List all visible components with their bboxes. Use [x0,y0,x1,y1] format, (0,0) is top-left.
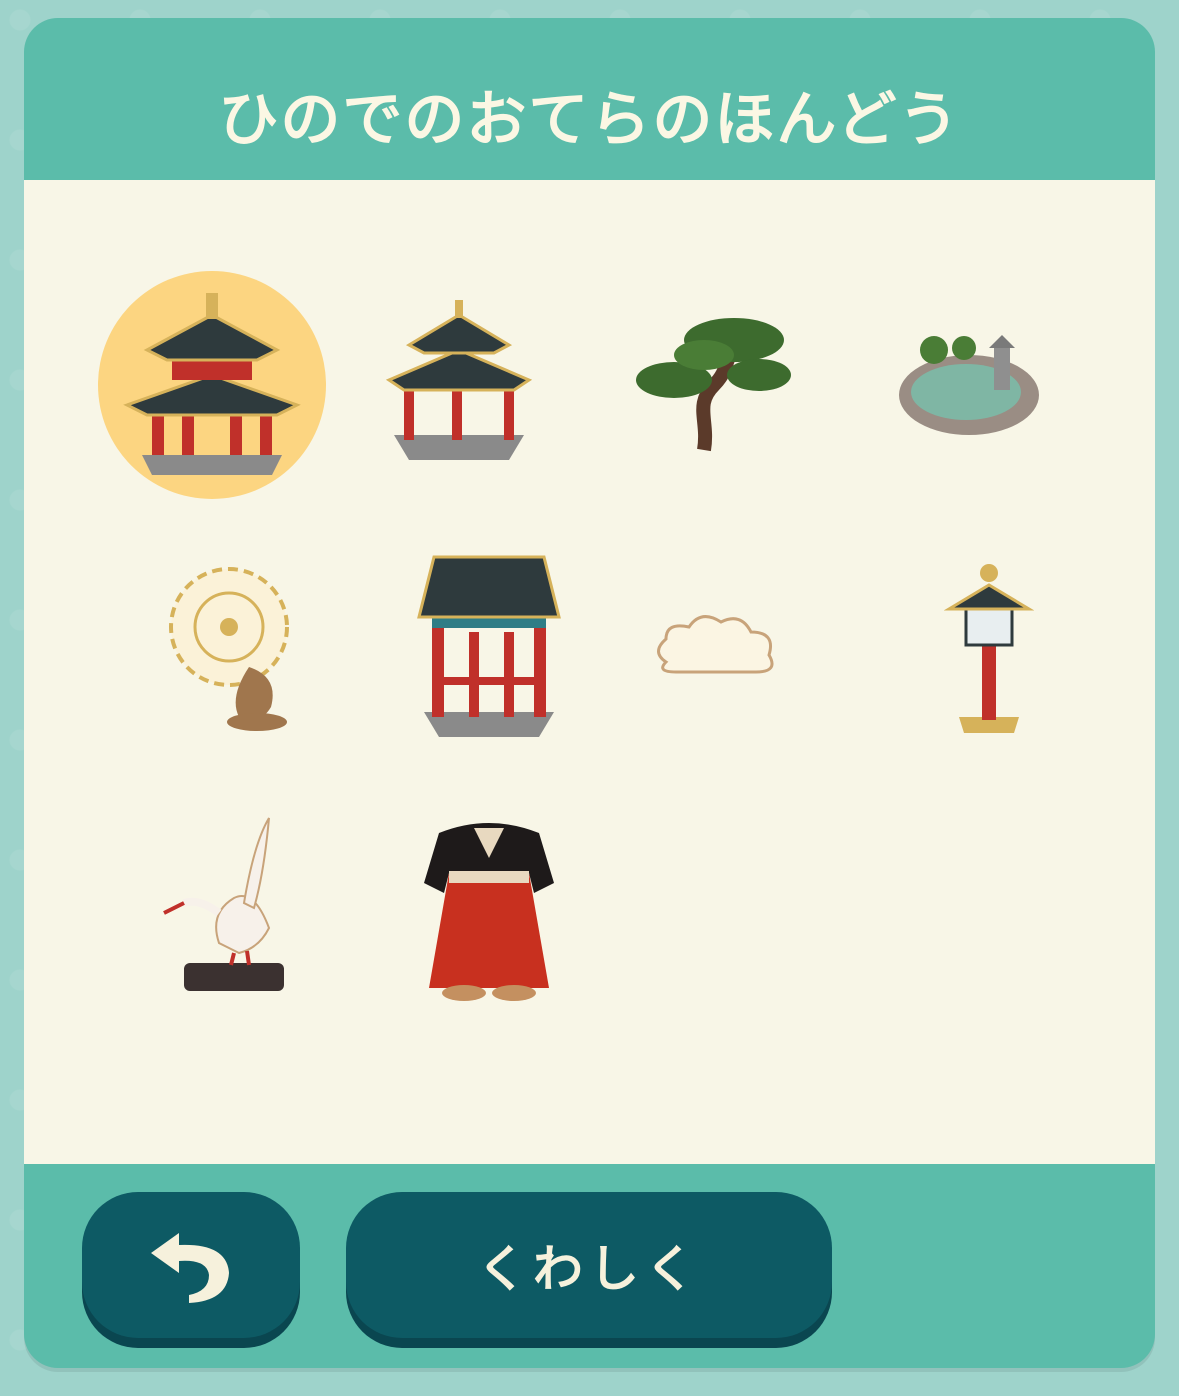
hakama-kimono-icon [424,823,554,1001]
temple-main-hall-icon [123,293,301,475]
detail-button-label: くわしく [477,1240,701,1298]
panel-header: ひのでのおてらのほんどう [24,18,1155,180]
grid-item-crane-on-log[interactable] [114,788,354,1028]
crane-on-log-icon [163,817,284,991]
item-grid [24,180,1155,1164]
stone-pond-icon [899,335,1039,435]
pavilion-icon [385,300,533,460]
grid-item-hakama-kimono[interactable] [369,788,609,1028]
grid-item-halo-statue[interactable] [114,527,354,767]
back-button[interactable] [82,1192,300,1338]
panel-footer: くわしく [24,1164,1155,1368]
bell-gate-icon [417,555,561,737]
detail-button[interactable]: くわしく [346,1192,832,1338]
item-set-panel: ひのでのおてらのほんどう くわしく [24,18,1155,1368]
grid-item-stone-lantern[interactable] [869,527,1109,767]
halo-statue-icon [169,567,289,731]
grid-item-cloud[interactable] [596,527,836,767]
grid-item-pavilion[interactable] [339,265,579,505]
grid-item-stone-pond[interactable] [849,265,1089,505]
stone-lantern-icon [944,564,1034,733]
cloud-icon [657,615,774,674]
panel-title: ひのでのおてらのほんどう [218,84,961,155]
grid-item-temple-main-hall[interactable] [92,265,332,505]
pine-tree-icon [636,318,791,452]
grid-item-bell-gate[interactable] [369,527,609,767]
grid-item-pine-tree[interactable] [594,265,834,505]
undo-arrow-icon [151,1233,229,1303]
item-grid-area [24,180,1155,1164]
